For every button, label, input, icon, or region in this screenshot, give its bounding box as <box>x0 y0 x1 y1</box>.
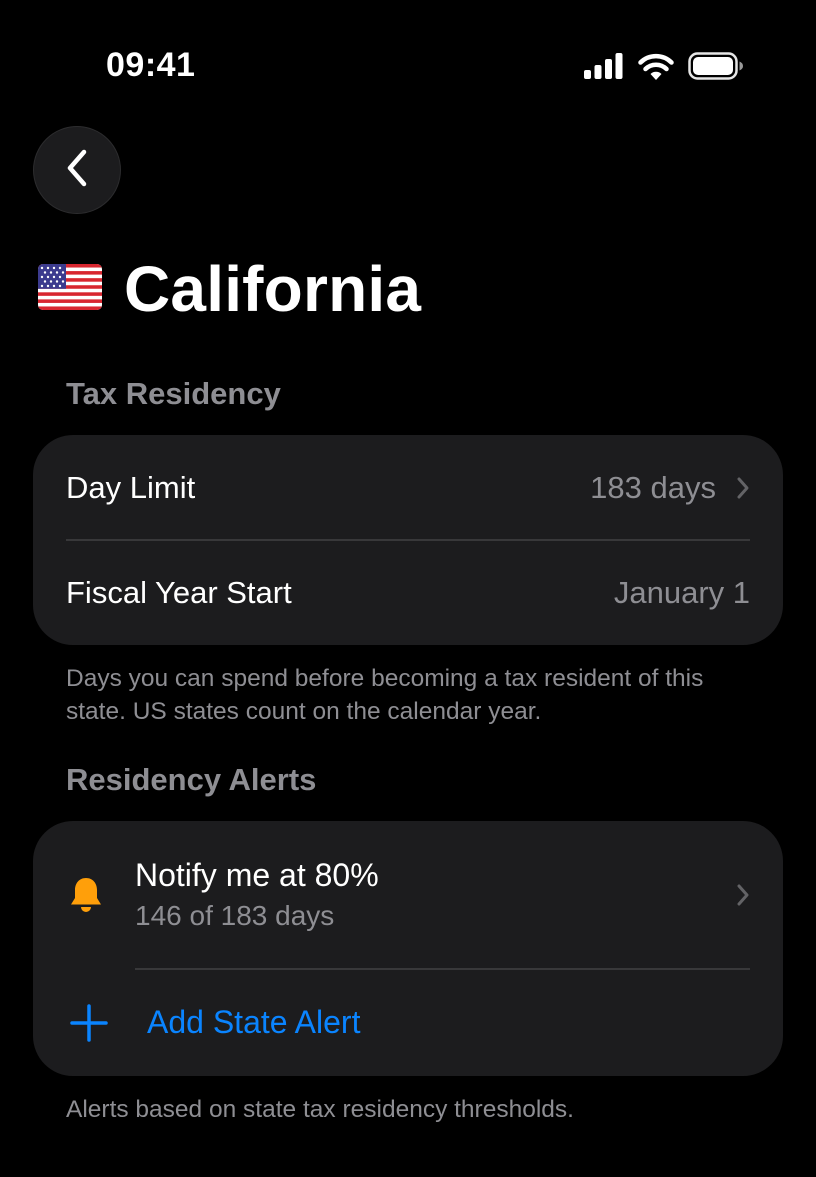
wifi-icon <box>638 53 674 80</box>
bell-icon <box>69 876 135 914</box>
residency-alerts-card: Notify me at 80% 146 of 183 days Add Sta… <box>33 821 783 1076</box>
alert-title: Notify me at 80% <box>135 857 379 893</box>
alert-row[interactable]: Notify me at 80% 146 of 183 days <box>33 821 783 969</box>
title-row: California <box>38 252 421 326</box>
battery-icon <box>688 52 744 80</box>
status-time: 09:41 <box>106 46 196 84</box>
add-state-alert-label: Add State Alert <box>147 1004 361 1040</box>
plus-icon <box>69 1003 147 1043</box>
screen: 09:41 California Tax Residency Day Limit… <box>0 0 816 1177</box>
chevron-left-icon <box>64 148 90 193</box>
day-limit-value: 183 days <box>590 469 716 505</box>
chevron-right-icon <box>736 476 750 500</box>
add-state-alert-button[interactable]: Add State Alert <box>33 969 783 1076</box>
alert-text: Notify me at 80% 146 of 183 days <box>135 856 379 934</box>
residency-alerts-footnote: Alerts based on state tax residency thre… <box>66 1096 574 1123</box>
day-limit-label: Day Limit <box>66 469 196 505</box>
tax-residency-section-header: Tax Residency <box>66 376 281 411</box>
cellular-signal-icon <box>584 53 624 79</box>
us-flag-icon <box>38 263 102 315</box>
status-icons <box>584 52 744 80</box>
residency-alerts-section-header: Residency Alerts <box>66 762 317 797</box>
back-button[interactable] <box>33 126 121 214</box>
fiscal-year-start-row[interactable]: Fiscal Year Start January 1 <box>33 540 783 645</box>
day-limit-row[interactable]: Day Limit 183 days <box>33 435 783 540</box>
fiscal-year-start-label: Fiscal Year Start <box>66 574 292 610</box>
chevron-right-icon <box>736 883 750 907</box>
tax-residency-footnote: Days you can spend before becoming a tax… <box>66 665 704 725</box>
fiscal-year-start-value: January 1 <box>613 574 750 610</box>
tax-residency-card: Day Limit 183 days Fiscal Year Start Jan… <box>33 435 783 645</box>
page-title: California <box>124 253 422 325</box>
alert-subtitle: 146 of 183 days <box>135 900 335 931</box>
